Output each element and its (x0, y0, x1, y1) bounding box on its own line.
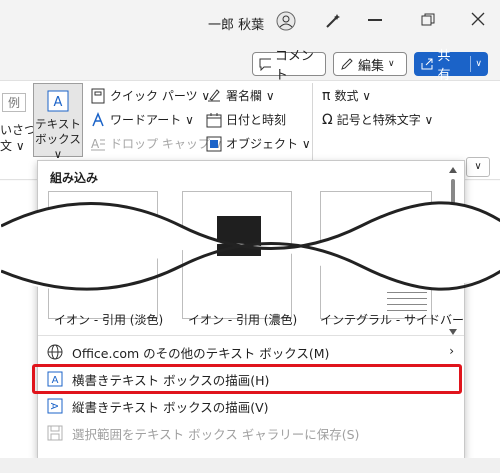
svg-text:A: A (91, 137, 100, 151)
comment-button[interactable]: コメント (252, 49, 326, 83)
textbox-label-1: テキスト (35, 117, 81, 131)
symbol-button[interactable]: Ω 記号と特殊文字 ∨ (322, 111, 433, 128)
chevron-down-icon: ∨ (388, 59, 395, 69)
wordart-label: ワードアート ∨ (110, 113, 194, 127)
designer-icon[interactable] (324, 12, 342, 33)
menu-divider (38, 335, 464, 336)
user-name: 一郎 秋葉 (208, 18, 265, 33)
close-icon[interactable] (470, 11, 486, 30)
highlight-box (32, 364, 462, 394)
chevron-down-icon[interactable]: ∨ (475, 59, 482, 69)
group-divider (312, 83, 313, 161)
status-area (0, 458, 500, 473)
object-button[interactable]: オブジェクト ∨ (206, 135, 311, 152)
draw-vertical-label: 縦書きテキスト ボックスの描画(V) (72, 399, 269, 415)
equation-label: 数式 ∨ (334, 89, 372, 103)
chevron-down-icon: ∨ (474, 161, 482, 172)
greeting-label[interactable]: いさつ (0, 121, 36, 138)
equation-button[interactable]: π 数式 ∨ (322, 87, 371, 104)
symbol-label: 記号と特殊文字 ∨ (336, 113, 434, 127)
pencil-icon (341, 58, 353, 70)
globe-icon (47, 344, 63, 360)
share-label: 共有 (437, 49, 451, 83)
wordart-icon (92, 111, 104, 126)
save-icon (47, 425, 63, 441)
pi-icon: π (322, 87, 331, 104)
vertical-textbox-icon: A (47, 398, 63, 414)
account-icon[interactable] (276, 11, 296, 34)
more-textboxes-label: Office.com のその他のテキスト ボックス(M) (72, 345, 330, 361)
share-button[interactable]: 共有 ∨ (414, 49, 488, 83)
gallery-caption-3: インテグラル - サイドバー (320, 313, 464, 327)
svg-text:A: A (54, 95, 63, 110)
textbox-gallery-dropdown: 組み込み イオン - 引用 (淡色) イオン - 引用 (濃色) インテグラル … (1, 160, 500, 460)
gallery-caption-1: イオン - 引用 (淡色) (54, 313, 164, 327)
edit-mode-button[interactable]: 編集 ∨ (333, 52, 407, 76)
chevron-right-icon: › (449, 344, 454, 358)
svg-text:A: A (48, 403, 59, 410)
save-selection-menu-item: 選択範囲をテキスト ボックス ギャラリーに保存(S) (38, 420, 464, 446)
object-icon (206, 136, 222, 151)
datetime-label: 日付と時刻 (226, 113, 287, 127)
quick-parts-label: クイック パーツ ∨ (110, 89, 211, 103)
signature-icon (208, 88, 220, 101)
quick-parts-button[interactable]: クイック パーツ ∨ (90, 87, 210, 104)
share-icon (421, 58, 433, 70)
gallery-caption-2: イオン - 引用 (濃色) (188, 313, 298, 327)
dropcap-button[interactable]: A ドロップ キャップ ∨ (90, 135, 222, 152)
command-bar: コメント 編集 ∨ 共有 ∨ (0, 46, 500, 83)
textbox-icon: A (47, 90, 69, 112)
signature-button[interactable]: 署名欄 ∨ (206, 87, 275, 104)
comment-icon (259, 58, 271, 71)
omega-icon: Ω (322, 111, 333, 128)
save-selection-label: 選択範囲をテキスト ボックス ギャラリーに保存(S) (72, 426, 360, 442)
quick-parts-icon (91, 88, 105, 103)
datetime-button[interactable]: 日付と時刻 (206, 111, 286, 128)
textbox-button[interactable]: A テキスト ボックス ∨ (33, 83, 83, 161)
signature-label: 署名欄 ∨ (226, 89, 275, 103)
textbox-label-2: ボックス ∨ (35, 132, 81, 161)
comment-label: コメント (274, 49, 314, 83)
draw-vertical-textbox-menu-item[interactable]: A 縦書きテキスト ボックスの描画(V) (38, 393, 464, 419)
gallery-heading: 組み込み (50, 171, 99, 185)
minimize-icon[interactable] (368, 19, 382, 21)
object-label: オブジェクト ∨ (226, 137, 311, 151)
wavy-cut-divider (1, 201, 500, 291)
restore-icon[interactable] (421, 13, 435, 30)
dropcap-icon: A (91, 137, 105, 151)
wordart-button[interactable]: ワードアート ∨ (90, 111, 194, 128)
calendar-icon (206, 112, 222, 127)
sentence-label[interactable]: 文 ∨ (0, 137, 25, 154)
style-preview[interactable]: 例 (2, 93, 27, 112)
title-bar: 一郎 秋葉 (0, 0, 500, 46)
ribbon-collapse-button[interactable]: ∨ (466, 157, 490, 177)
more-textboxes-menu-item[interactable]: Office.com のその他のテキスト ボックス(M) › (38, 339, 464, 365)
edit-label: 編集 (358, 58, 385, 74)
